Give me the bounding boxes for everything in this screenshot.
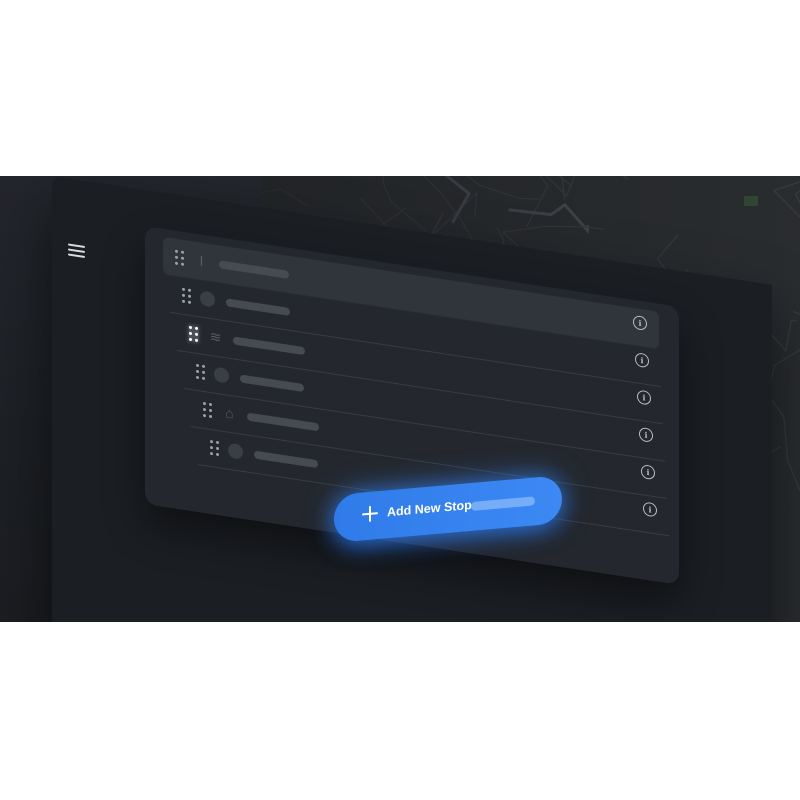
stop-label-placeholder xyxy=(254,450,318,469)
stop-label-placeholder xyxy=(219,260,289,279)
stage: Ii i ≋ i i ⌂ i i xyxy=(0,176,800,622)
layers-icon: ≋ xyxy=(209,327,222,346)
info-icon[interactable]: i xyxy=(641,464,655,481)
plus-icon xyxy=(362,505,378,522)
drag-handle-icon[interactable] xyxy=(175,249,185,267)
drag-handle-icon[interactable] xyxy=(210,439,220,457)
drag-handle-icon[interactable] xyxy=(182,287,192,305)
add-new-stop-label: Add New Stop xyxy=(387,497,472,520)
info-icon[interactable]: i xyxy=(635,352,649,369)
drag-handle-icon[interactable] xyxy=(203,401,213,419)
info-icon[interactable]: i xyxy=(643,501,657,518)
info-icon[interactable]: i xyxy=(639,426,653,443)
stop-label-placeholder xyxy=(226,298,290,316)
stops-sheet: Ii i ≋ i i ⌂ i i xyxy=(52,176,772,622)
map-pin-icon: ⌂ xyxy=(225,404,234,422)
stop-label-placeholder xyxy=(247,412,319,432)
drag-handle-icon[interactable] xyxy=(189,325,199,343)
circle-icon xyxy=(228,442,243,460)
info-icon[interactable]: i xyxy=(633,314,647,331)
circle-icon xyxy=(200,290,215,308)
text-cursor-icon: I xyxy=(199,252,204,269)
button-placeholder-bar xyxy=(471,496,535,511)
drag-handle-icon[interactable] xyxy=(196,363,206,381)
info-icon[interactable]: i xyxy=(637,389,651,406)
app-screen: Ii i ≋ i i ⌂ i i Add New Stop xyxy=(0,176,800,622)
stop-label-placeholder xyxy=(233,336,305,356)
stop-label-placeholder xyxy=(240,374,304,393)
hamburger-menu-icon[interactable] xyxy=(68,243,86,260)
circle-icon xyxy=(214,366,229,384)
